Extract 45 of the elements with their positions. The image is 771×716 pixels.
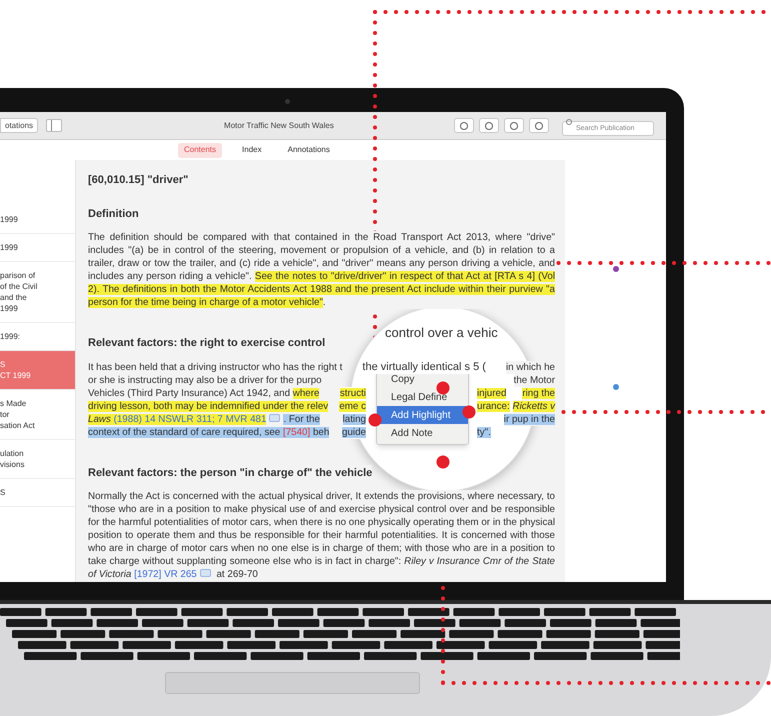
magnified-text: lating — [342, 412, 366, 426]
paragraph-text: Normally the Act is concerned with the actual physical driver, It extends the provisions, where necessary, to "those who are in a position to make physical use of and exercise physical control over and be responsible for the harmful potentialities of motor cars, when there is no one physically operating them or in the physical position to operate them and thus be responsible for their harmful potentialities. It is concerned with those who are in charge of motor cars when no one else is in charge of them; with those who are in a position to take charge without supplanting someone else who is in fact in charge": Riley v Insurance Cmr of the State of Victoria [1972] VR 265 at 269-70 — [88, 490, 555, 581]
magnified-text: guide — [342, 426, 366, 438]
paragraph-text: driving lesson, both may be indemnified under the relev — [88, 400, 328, 412]
sidebar-item[interactable]: ulation visions — [0, 440, 75, 479]
paragraph-text: The definition should be compared with that contained in the Road Transport Act 2013, where "drive" includes "(a) be in control of the steering, movement or propulsion of a vehicle, and (b) in relation to a trailer, draw or tow the trailer, and (c) ride a vehicle", and "driver" means any person driving a vehicle, and includes any person riding a vehicle". See the notes to "drive/driver" in respect of that Act at [RTA s 4] (Vol 2). The definitions in both the Motor Accidents Act 1988 and the present Act include within their purview "a person for the time being in charge of a motor vehicle". — [88, 231, 555, 309]
magnified-text: the virtually identical s 5 ( — [362, 360, 486, 374]
document-title: [60,010.15] "driver" — [88, 173, 188, 188]
hotspot-dot — [368, 414, 382, 426]
section-heading: Relevant factors: the right to exercise control — [88, 335, 326, 352]
magnified-text: eme c — [339, 400, 366, 412]
menu-item[interactable]: Add Note — [377, 424, 468, 442]
paragraph-text: ir pup in the — [504, 412, 555, 426]
window-title: Motor Traffic New South Wales — [224, 120, 334, 132]
magnified-text: structi — [340, 386, 366, 400]
sidebar-item[interactable]: s Made tor sation Act — [0, 390, 75, 440]
annotation-marker-icon[interactable] — [612, 384, 618, 390]
annotation-marker-icon[interactable] — [612, 266, 618, 272]
magnified-text: injured — [477, 386, 506, 400]
hotspot-dot — [462, 406, 476, 418]
tab[interactable]: Index — [236, 142, 268, 158]
paragraph-text: in which he — [506, 360, 555, 374]
tab[interactable]: Annotations — [282, 142, 336, 158]
hotspot-dot — [436, 456, 450, 468]
paragraph-text: ring the — [522, 386, 555, 400]
magnified-text: urance: — [477, 400, 510, 412]
hotspot-dot — [436, 382, 450, 394]
paragraph-text: Laws (1988) 14 NSWLR 311; 7 MVR 481 . For the — [88, 412, 320, 426]
menu-item[interactable]: Add Highlight — [377, 406, 468, 424]
paragraph-text: context of the standard of care required, see [7540] beh — [88, 426, 330, 438]
sidebar-item[interactable]: S — [0, 479, 75, 507]
magnified-text: ty". — [477, 426, 491, 438]
annotations-button[interactable]: otations — [0, 118, 38, 133]
sidebar-item[interactable]: 1999 — [0, 234, 75, 262]
sidebar-item[interactable]: parison of of the Civil and the 1999 — [0, 262, 75, 323]
citation-link[interactable]: [1972] VR 265 — [134, 569, 197, 580]
paragraph-text: the Motor — [514, 374, 555, 386]
camera-icon — [285, 99, 290, 104]
paragraph-text: It has been held that a driving instructor who has the right t — [88, 360, 342, 374]
sidebar-item[interactable]: 1999 — [0, 206, 75, 234]
menu-item[interactable]: Legal Define — [377, 388, 468, 406]
magnified-text: control over a vehic — [385, 324, 498, 342]
sidebar-toggle-icon[interactable] — [46, 119, 62, 132]
paragraph-text: or she is instructing may also be a driver for the purpo — [88, 374, 322, 386]
citation-link[interactable]: (1988) 14 NSWLR 311; 7 MVR 481 — [114, 414, 266, 424]
